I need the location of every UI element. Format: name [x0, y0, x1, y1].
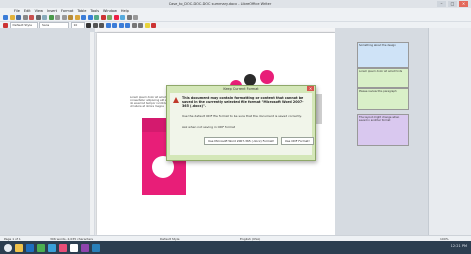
menu-edit[interactable]: Edit	[24, 9, 31, 13]
menu-window[interactable]: Window	[103, 9, 117, 13]
menu-table[interactable]: Table	[77, 9, 86, 13]
app-icon[interactable]	[81, 243, 89, 252]
spellcheck-icon[interactable]	[48, 15, 54, 20]
formatting-marks-icon[interactable]	[133, 15, 138, 20]
left-margin-area	[0, 28, 95, 235]
file-explorer-icon[interactable]	[15, 243, 23, 252]
menu-file[interactable]: File	[14, 9, 20, 13]
undo-icon[interactable]	[81, 15, 86, 20]
menu-help[interactable]: Help	[121, 9, 129, 13]
menu-view[interactable]: View	[35, 9, 43, 13]
clone-formatting-icon[interactable]	[74, 15, 80, 20]
comment[interactable]: The layout might change when saved in an…	[357, 114, 409, 146]
menu-tools[interactable]: Tools	[90, 9, 99, 13]
decor-circle	[260, 70, 274, 84]
warning-icon	[173, 97, 179, 103]
chart-icon[interactable]	[113, 15, 119, 20]
standard-toolbar	[0, 14, 471, 22]
sidebar-panel	[428, 28, 471, 235]
libreoffice-window: Case_to_DOC-DOC-DOC summary.docx - Libre…	[0, 0, 471, 254]
use-docx-format-button[interactable]: Use Microsoft Word 2007-365 (.docx) Form…	[204, 137, 278, 145]
use-odf-format-button[interactable]: Use ODF Format!	[280, 137, 314, 145]
redo-icon[interactable]	[87, 15, 93, 20]
print-icon[interactable]	[35, 15, 41, 20]
browser-icon[interactable]	[26, 243, 34, 252]
title-bar: Case_to_DOC-DOC-DOC summary.docx - Libre…	[0, 0, 471, 8]
app-icon[interactable]	[59, 243, 67, 252]
taskbar: 12:21 PM	[0, 241, 471, 254]
clock[interactable]: 12:21 PM	[451, 244, 467, 248]
vertical-ruler[interactable]	[90, 32, 94, 235]
draw-functions-icon[interactable]	[120, 15, 125, 20]
table-icon[interactable]	[100, 15, 106, 20]
export-pdf-icon[interactable]	[29, 15, 34, 20]
window-controls: – □ ×	[437, 1, 468, 7]
save-icon[interactable]	[16, 15, 21, 20]
comment[interactable]: Lorem ipsum dolor sit amet fonts	[357, 68, 409, 88]
hyperlink-icon[interactable]	[94, 15, 99, 20]
paste-icon[interactable]	[68, 15, 73, 20]
dialog-body: This document may contain formatting or …	[170, 93, 314, 155]
comments-column: Something about the design Lorem ipsum d…	[357, 32, 409, 235]
keep-format-dialog: Keep Current Format × This document may …	[166, 85, 316, 161]
app-icon[interactable]	[92, 243, 100, 252]
image-icon[interactable]	[107, 15, 112, 20]
open-icon[interactable]	[9, 15, 15, 20]
writer-icon[interactable]	[70, 243, 78, 252]
print-preview-icon[interactable]	[42, 15, 47, 20]
app-icon[interactable]	[37, 243, 45, 252]
window-title: Case_to_DOC-DOC-DOC summary.docx - Libre…	[168, 2, 272, 6]
menu-insert[interactable]: Insert	[47, 9, 57, 13]
close-button[interactable]: ×	[459, 1, 468, 7]
dialog-message: This document may contain formatting or …	[182, 96, 304, 108]
dialog-question: Use the default ODF file format to be su…	[182, 114, 302, 118]
new-document-icon[interactable]	[3, 15, 8, 20]
copy-icon[interactable]	[61, 15, 67, 20]
minimize-button[interactable]: –	[437, 1, 446, 7]
find-icon[interactable]	[126, 15, 132, 20]
dialog-title: Keep Current Format ×	[167, 86, 315, 92]
dialog-title-text: Keep Current Format	[223, 87, 259, 91]
comment[interactable]: Something about the design	[357, 42, 409, 68]
dialog-close-icon[interactable]: ×	[307, 86, 314, 91]
app-icon[interactable]	[48, 243, 56, 252]
menu-format[interactable]: Format	[61, 9, 73, 13]
maximize-button[interactable]: □	[448, 1, 457, 7]
cut-icon[interactable]	[55, 15, 60, 20]
dialog-buttons: Use Microsoft Word 2007-365 (.docx) Form…	[204, 137, 314, 145]
dialog-tip: Ask when not saving in ODF format	[182, 125, 236, 129]
start-icon[interactable]	[4, 243, 12, 252]
email-icon[interactable]	[22, 15, 28, 20]
comment[interactable]: Please review this paragraph	[357, 88, 409, 110]
